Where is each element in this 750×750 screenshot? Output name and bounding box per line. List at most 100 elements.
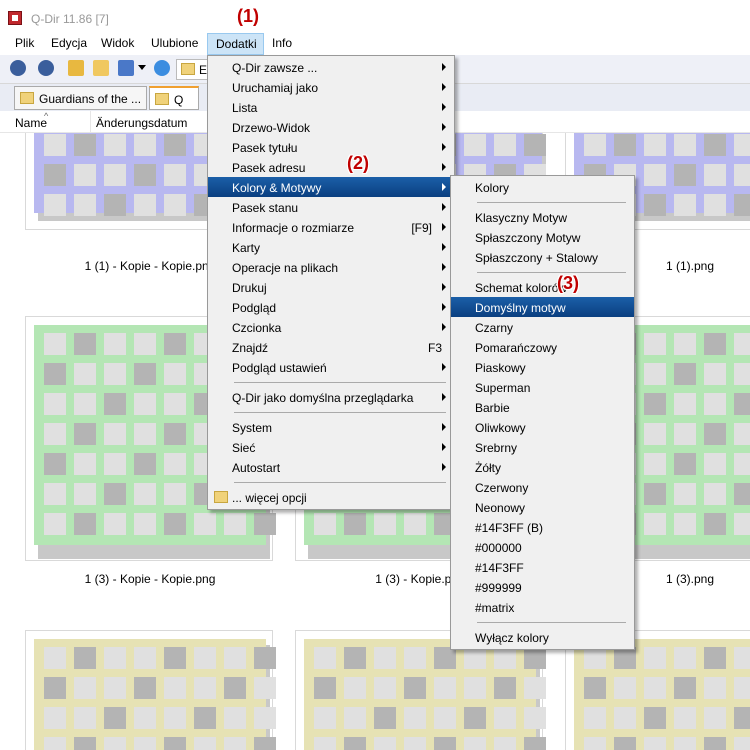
menu-item-domyslny-motyw[interactable]: Domyślny motyw [451, 297, 634, 317]
thumbnail-cell [584, 707, 606, 729]
menu-item-srebrny[interactable]: Srebrny [451, 437, 634, 457]
menu-info[interactable]: Info [272, 36, 292, 50]
thumbnail-cell [464, 134, 486, 156]
menu-item-label: Klasyczny Motyw [475, 211, 568, 225]
app-icon [8, 11, 22, 25]
thumbnail-cell [44, 513, 66, 535]
thumbnail-cell [704, 483, 726, 505]
menu-item-drukuj[interactable]: Drukuj [208, 277, 454, 297]
thumbnail-cell [164, 423, 186, 445]
thumbnail-cell [404, 513, 426, 535]
column-name[interactable]: Name [15, 116, 47, 130]
menu-item-system[interactable]: System [208, 417, 454, 437]
kolory-submenu: Kolory Klasyczny Motyw Spłaszczony Motyw… [450, 175, 635, 650]
menu-item-domyslna-przegladarka[interactable]: Q-Dir jako domyślna przeglądarka [208, 387, 454, 407]
menu-item-schemat[interactable]: Schemat kolorów [451, 277, 634, 297]
menu-item-pasek-adresu[interactable]: Pasek adresu [208, 157, 454, 177]
thumbnail-cell [374, 707, 396, 729]
menu-widok[interactable]: Widok [101, 36, 134, 50]
menu-item-000000[interactable]: #000000 [451, 537, 634, 557]
menu-item-label: Czarny [475, 321, 514, 335]
menu-separator [477, 272, 626, 273]
menu-item-14f3ff-b[interactable]: #14F3FF (B) [451, 517, 634, 537]
file-tile[interactable] [25, 630, 276, 750]
menu-item-zolty[interactable]: Żółty [451, 457, 634, 477]
chevron-down-icon[interactable] [138, 65, 146, 70]
menu-item-neonowy[interactable]: Neonowy [451, 497, 634, 517]
menu-item-autostart[interactable]: Autostart [208, 457, 454, 477]
thumbnail-cell [74, 513, 96, 535]
refresh-icon[interactable] [154, 60, 170, 76]
tab-q[interactable]: Q [149, 86, 199, 110]
thumbnail [574, 639, 750, 750]
menu-item-czcionka[interactable]: Czcionka [208, 317, 454, 337]
menu-item-lista[interactable]: Lista [208, 97, 454, 117]
thumbnail-cell [134, 393, 156, 415]
menu-item-barbie[interactable]: Barbie [451, 397, 634, 417]
dodatki-menu: Q-Dir zawsze ... Uruchamiaj jako Lista D… [207, 55, 455, 510]
back-icon[interactable] [10, 60, 26, 76]
thumbnail-cell [44, 164, 66, 186]
thumbnail-cell [44, 707, 66, 729]
submenu-arrow-icon [442, 323, 446, 331]
column-date[interactable]: Änderungsdatum [96, 116, 187, 130]
menu-item-splaszczony-stalowy[interactable]: Spłaszczony + Stalowy [451, 247, 634, 267]
forward-icon[interactable] [38, 60, 54, 76]
menu-separator [477, 202, 626, 203]
menu-item-qdir-zawsze[interactable]: Q-Dir zawsze ... [208, 57, 454, 77]
menu-item-pasek-tytulu[interactable]: Pasek tytułu [208, 137, 454, 157]
thumbnail-cell [494, 647, 516, 669]
menu-item-karty[interactable]: Karty [208, 237, 454, 257]
menu-item-znajdz[interactable]: Znajdź F3 [208, 337, 454, 357]
menu-item-podglad-ustawien[interactable]: Podgląd ustawień [208, 357, 454, 377]
thumbnail-cell [734, 363, 750, 385]
menu-dodatki[interactable]: Dodatki [207, 33, 264, 55]
submenu-arrow-icon [442, 203, 446, 211]
menu-item-kolory[interactable]: Kolory [451, 177, 634, 197]
menu-item-klasyczny[interactable]: Klasyczny Motyw [451, 207, 634, 227]
up-folder-icon[interactable] [68, 60, 84, 76]
thumbnail-cell [524, 647, 546, 669]
menu-item-pasek-stanu[interactable]: Pasek stanu [208, 197, 454, 217]
menu-item-operacje[interactable]: Operacje na plikach [208, 257, 454, 277]
menu-item-splaszczony[interactable]: Spłaszczony Motyw [451, 227, 634, 247]
menu-item-kolory-motywy[interactable]: Kolory & Motywy [208, 177, 454, 197]
tab-guardians[interactable]: Guardians of the ... [14, 86, 147, 110]
menu-edycja[interactable]: Edycja [51, 36, 87, 50]
menu-item-label: Pasek adresu [232, 161, 306, 175]
menu-plik[interactable]: Plik [15, 36, 34, 50]
thumbnail-cell [494, 134, 516, 156]
menu-item-wiecej-opcji[interactable]: ... więcej opcji [208, 487, 454, 507]
submenu-arrow-icon [442, 103, 446, 111]
thumbnail-cell [44, 363, 66, 385]
menu-item-siec[interactable]: Sieć [208, 437, 454, 457]
thumbnail-cell [644, 423, 666, 445]
thumbnail-cell [74, 134, 96, 156]
thumbnail-cell [614, 737, 636, 750]
menu-item-czarny[interactable]: Czarny [451, 317, 634, 337]
menu-item-label: Q-Dir jako domyślna przeglądarka [232, 391, 414, 405]
menu-ulubione[interactable]: Ulubione [151, 36, 198, 50]
menu-item-matrix[interactable]: #matrix [451, 597, 634, 617]
new-folder-icon[interactable] [93, 60, 109, 76]
file-name: 1 (3) - Kopie - Kopie.png [84, 572, 216, 586]
thumbnail-cell [344, 737, 366, 750]
menu-item-superman[interactable]: Superman [451, 377, 634, 397]
menu-item-podglad[interactable]: Podgląd [208, 297, 454, 317]
thumbnail-cell [374, 647, 396, 669]
menu-item-informacje[interactable]: Informacje o rozmiarze [F9] [208, 217, 454, 237]
menu-item-uruchamiaj[interactable]: Uruchamiaj jako [208, 77, 454, 97]
menu-item-piaskowy[interactable]: Piaskowy [451, 357, 634, 377]
view-icon[interactable] [118, 60, 134, 76]
menu-item-drzewo[interactable]: Drzewo-Widok [208, 117, 454, 137]
menu-item-oliwkowy[interactable]: Oliwkowy [451, 417, 634, 437]
thumbnail-cell [464, 707, 486, 729]
menu-item-14f3ff[interactable]: #14F3FF [451, 557, 634, 577]
menu-item-czerwony[interactable]: Czerwony [451, 477, 634, 497]
thumbnail-cell [194, 707, 216, 729]
menu-item-pomaranczowy[interactable]: Pomarańczowy [451, 337, 634, 357]
menu-item-wylacz-kolory[interactable]: Wyłącz kolory [451, 627, 634, 647]
column-divider [90, 111, 91, 133]
menu-item-999999[interactable]: #999999 [451, 577, 634, 597]
menu-item-label: #000000 [475, 541, 522, 555]
